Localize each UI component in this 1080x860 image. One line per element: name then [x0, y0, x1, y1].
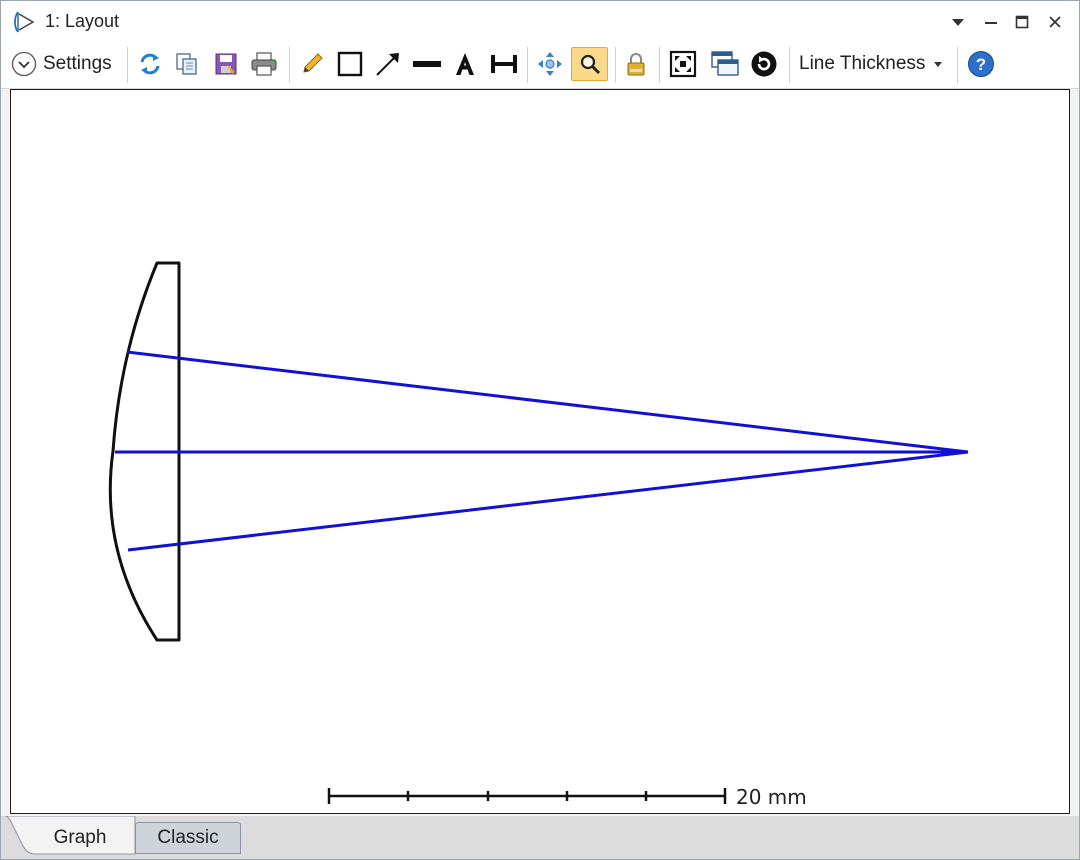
rectangle-icon[interactable] [335, 48, 365, 80]
toolbar-separator [789, 47, 790, 83]
tab-classic[interactable]: Classic [135, 822, 241, 854]
ray-lower [127, 450, 969, 552]
tab-graph-label: Graph [53, 827, 107, 848]
tab-graph[interactable]: Graph [5, 822, 135, 854]
layout-window: 1: Layout Settings Line Thickness ? 20 m… [0, 0, 1080, 860]
pencil-icon[interactable] [297, 48, 327, 80]
toolbar-separator [659, 47, 660, 83]
copy-icon[interactable] [172, 48, 202, 80]
minimize-icon[interactable] [978, 9, 1004, 35]
chevron-down-icon [933, 60, 943, 68]
toolbar-separator [127, 47, 128, 83]
arrow-icon[interactable] [373, 48, 403, 80]
scale-bar: 20 mm [327, 785, 807, 809]
toolbar: Settings Line Thickness ? [1, 41, 1079, 89]
dropdown-arrow-icon[interactable] [945, 9, 971, 35]
maximize-icon[interactable] [1009, 9, 1035, 35]
reset-icon[interactable] [749, 48, 779, 80]
window-title: 1: Layout [45, 11, 120, 31]
zoom-icon[interactable] [571, 47, 608, 81]
close-icon[interactable] [1042, 9, 1068, 35]
help-icon[interactable]: ? [965, 48, 997, 80]
line-thickness-label: Line Thickness [799, 53, 926, 74]
toolbar-separator [527, 47, 528, 83]
title-bar: 1: Layout [1, 1, 1079, 41]
toolbar-separator [289, 47, 290, 83]
window-icon[interactable] [709, 48, 741, 80]
tab-classic-label: Classic [157, 827, 219, 848]
save-icon[interactable] [211, 48, 241, 80]
settings-label: Settings [43, 53, 112, 74]
refresh-icon[interactable] [135, 48, 165, 80]
settings-button[interactable]: Settings [11, 48, 123, 80]
toolbar-separator [957, 47, 958, 83]
chevron-down-icon [11, 51, 37, 77]
pan-icon[interactable] [534, 48, 566, 80]
line-icon[interactable] [411, 48, 443, 80]
scale-bar-label: 20 mm [736, 785, 807, 809]
svg-text:?: ? [976, 55, 986, 74]
tab-bar: Graph Classic [1, 816, 1079, 859]
text-icon[interactable] [450, 48, 480, 80]
lens-app-icon [13, 10, 37, 34]
dimension-icon[interactable] [488, 48, 520, 80]
fit-icon[interactable] [667, 48, 699, 80]
print-icon[interactable] [249, 48, 279, 80]
line-thickness-dropdown[interactable]: Line Thickness [799, 48, 949, 80]
toolbar-separator [615, 47, 616, 83]
ray-upper [126, 350, 969, 454]
lock-icon[interactable] [621, 48, 651, 80]
layout-graph[interactable]: 20 mm [10, 89, 1070, 814]
